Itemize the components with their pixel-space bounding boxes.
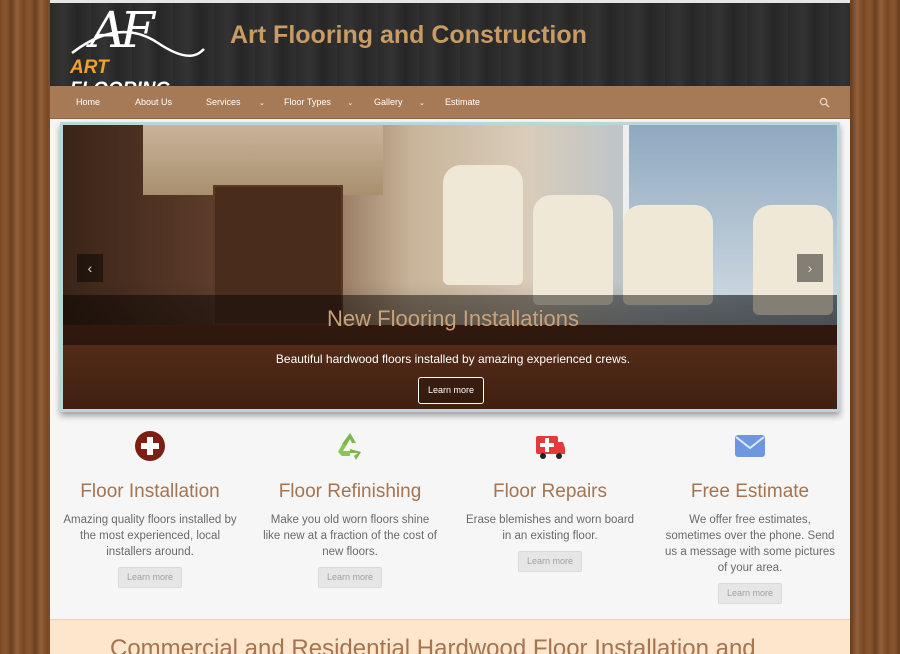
site-logo[interactable]: AF ART FLOORING xyxy=(68,1,208,100)
nav-item-estimate[interactable]: Estimate xyxy=(445,86,480,119)
banner-heading: Commercial and Residential Hardwood Floo… xyxy=(110,635,756,654)
slider-next-button[interactable]: › xyxy=(797,254,823,282)
slide-image-chair xyxy=(533,195,613,305)
logo-word-art: ART xyxy=(70,57,109,78)
feature-learn-more-button[interactable]: Learn more xyxy=(518,551,582,572)
feature-title: Floor Installation xyxy=(80,481,220,502)
chevron-down-icon: ⌄ xyxy=(259,100,265,107)
feature-title: Floor Repairs xyxy=(492,481,608,502)
site-title: Art Flooring and Construction xyxy=(230,21,587,49)
nav-item-floor-types[interactable]: Floor Types ⌄ xyxy=(284,86,353,119)
feature-title: Floor Refinishing xyxy=(278,481,422,502)
slide-learn-more-button[interactable]: Learn more xyxy=(418,377,484,404)
features-section: Floor Installation Amazing quality floor… xyxy=(50,420,850,620)
nav-label: About Us xyxy=(135,97,173,107)
nav-label: Estimate xyxy=(445,97,481,107)
feature-description: Amazing quality floors installed by the … xyxy=(63,514,237,558)
slider-prev-button[interactable]: ‹ xyxy=(77,254,103,282)
nav-item-about-us[interactable]: About Us xyxy=(135,86,172,119)
feature-learn-more-button[interactable]: Learn more xyxy=(318,567,382,588)
hero-slider: New Flooring Installations Beautiful har… xyxy=(60,122,840,412)
services-banner: Commercial and Residential Hardwood Floo… xyxy=(50,619,850,654)
nav-label: Home xyxy=(76,97,101,107)
nav-item-gallery[interactable]: Gallery ⌄ xyxy=(374,86,425,119)
slide-description: Beautiful hardwood floors installed by a… xyxy=(275,352,631,366)
search-icon[interactable] xyxy=(819,97,830,108)
chevron-down-icon: ⌄ xyxy=(347,100,354,107)
recycle-icon xyxy=(338,433,361,460)
page: AF ART FLOORING Art Flooring and Constru… xyxy=(50,0,850,654)
nav-label: Services xyxy=(206,97,241,107)
feature-learn-more-button[interactable]: Learn more xyxy=(118,567,182,588)
nav-item-services[interactable]: Services ⌄ xyxy=(206,86,265,119)
nav-label: Floor Types xyxy=(284,97,331,107)
nav-label: Gallery xyxy=(374,97,403,107)
feature-title: Free Estimate xyxy=(690,481,810,502)
chevron-left-icon: ‹ xyxy=(87,260,93,276)
envelope-icon xyxy=(735,435,765,457)
slide-title: New Flooring Installations xyxy=(327,306,579,331)
slide-image-chair xyxy=(623,205,713,305)
feature-learn-more-button[interactable]: Learn more xyxy=(718,583,782,604)
chevron-down-icon: ⌄ xyxy=(419,100,425,107)
ambulance-icon xyxy=(536,436,565,459)
feature-description: We offer free estimates, sometimes over … xyxy=(664,514,836,574)
feature-description: Erase blemishes and worn board in an exi… xyxy=(465,514,635,542)
site-header: AF ART FLOORING Art Flooring and Constru… xyxy=(50,0,850,100)
main-nav: Home About Us Services ⌄ Floor Types ⌄ G… xyxy=(50,86,850,119)
plus-circle-icon xyxy=(135,431,165,461)
logo-mark: AF xyxy=(90,1,155,59)
slide-image-chair xyxy=(443,165,523,285)
feature-description: Make you old worn floors shine like new … xyxy=(263,514,437,558)
chevron-right-icon: › xyxy=(807,260,813,276)
nav-item-home[interactable]: Home xyxy=(76,86,100,119)
